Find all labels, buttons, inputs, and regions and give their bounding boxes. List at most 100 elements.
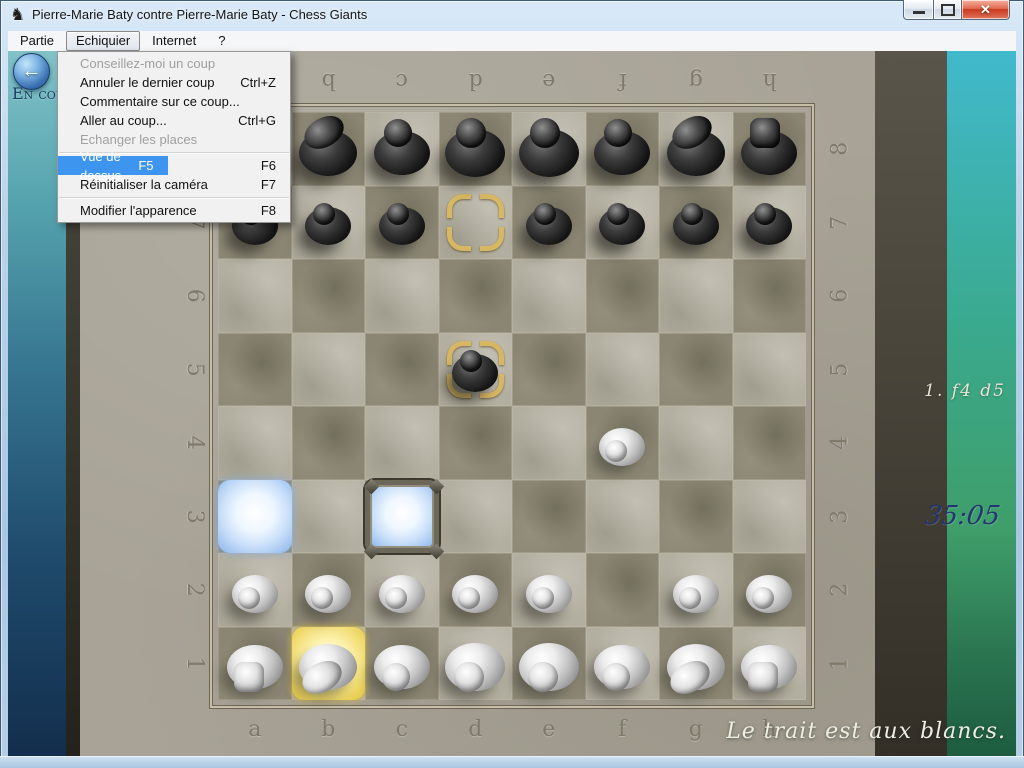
piece-black-pawn-f7[interactable]	[586, 186, 660, 260]
piece-head	[382, 663, 410, 691]
piece-white-knight-b1[interactable]	[292, 627, 366, 701]
rank-label-right-7: 7	[803, 202, 877, 242]
menubar-item-?[interactable]: ?	[208, 31, 235, 51]
menu-item-shortcut: F7	[261, 175, 276, 194]
piece-head	[385, 587, 407, 609]
square-b3[interactable]	[292, 480, 366, 554]
square-h4[interactable]	[733, 406, 807, 480]
square-e3[interactable]	[512, 480, 586, 554]
file-label-top-c: c	[365, 61, 439, 101]
menu-item-label: Aller au coup...	[80, 111, 167, 130]
square-f3[interactable]	[586, 480, 660, 554]
piece-black-pawn-g7[interactable]	[659, 186, 733, 260]
square-h6[interactable]	[733, 259, 807, 333]
piece-white-pawn-a2[interactable]	[218, 553, 292, 627]
piece-head	[752, 587, 774, 609]
square-b6[interactable]	[292, 259, 366, 333]
maximize-button[interactable]	[934, 0, 962, 20]
menu-item-aller-au-coup[interactable]: Aller au coup... Ctrl+G	[58, 111, 290, 130]
piece-white-bishop-f1[interactable]	[586, 627, 660, 701]
menu-item-shortcut: Ctrl+Z	[240, 73, 276, 92]
piece-white-bishop-c1[interactable]	[365, 627, 439, 701]
square-g4[interactable]	[659, 406, 733, 480]
piece-black-pawn-c7[interactable]	[365, 186, 439, 260]
rank-label-right-5: 5	[803, 349, 877, 389]
file-label-top-d: d	[439, 61, 513, 101]
square-g6[interactable]	[659, 259, 733, 333]
move-notation: 1. f4 d5	[924, 381, 1006, 401]
square-d6[interactable]	[439, 259, 513, 333]
square-h5[interactable]	[733, 333, 807, 407]
square-d3[interactable]	[439, 480, 513, 554]
file-label-top-h: h	[733, 61, 807, 101]
piece-black-queen-d8[interactable]	[439, 112, 513, 186]
menu-item-commentaire-sur-ce-coup[interactable]: Commentaire sur ce coup...	[58, 92, 290, 111]
piece-white-king-e1[interactable]	[512, 627, 586, 701]
rank-label-right-4: 4	[803, 423, 877, 463]
menu-item-modifier-l-apparence[interactable]: Modifier l'apparenceF8	[58, 201, 290, 220]
menubar-item-partie[interactable]: Partie	[10, 31, 64, 51]
file-label-top-f: f	[586, 61, 660, 101]
minimize-button[interactable]	[903, 0, 934, 20]
square-g3[interactable]	[659, 480, 733, 554]
piece-head	[234, 662, 264, 692]
menubar-item-echiquier[interactable]: Echiquier	[66, 31, 140, 51]
square-f5[interactable]	[586, 333, 660, 407]
piece-head	[458, 587, 480, 609]
piece-head	[605, 440, 627, 462]
square-e5[interactable]	[512, 333, 586, 407]
highlight-target-glow-framed-c3[interactable]	[365, 480, 439, 554]
piece-white-queen-d1[interactable]	[439, 627, 513, 701]
square-e4[interactable]	[512, 406, 586, 480]
piece-black-pawn-b7[interactable]	[292, 186, 366, 260]
menu-item-annuler-le-dernier-coup[interactable]: Annuler le dernier coup Ctrl+Z	[58, 73, 290, 92]
piece-white-pawn-c2[interactable]	[365, 553, 439, 627]
square-h3[interactable]	[733, 480, 807, 554]
piece-white-pawn-g2[interactable]	[659, 553, 733, 627]
square-f2[interactable]	[586, 553, 660, 627]
menu-item-conseillez-moi-un-coup[interactable]: Conseillez-moi un coup	[58, 54, 290, 73]
piece-black-knight-g8[interactable]	[659, 112, 733, 186]
square-b5[interactable]	[292, 333, 366, 407]
menu-item-shortcut: Ctrl+G	[238, 111, 276, 130]
piece-head	[532, 587, 554, 609]
square-c4[interactable]	[365, 406, 439, 480]
menu-item-label: Annuler le dernier coup	[80, 73, 214, 92]
square-e6[interactable]	[512, 259, 586, 333]
piece-white-pawn-e2[interactable]	[512, 553, 586, 627]
file-label-bottom-b: b	[292, 709, 366, 749]
menu-item-vue-de-dessus[interactable]: Vue de dessusF5	[58, 156, 168, 175]
square-c6[interactable]	[365, 259, 439, 333]
rank-label-left-6: 6	[157, 278, 231, 314]
square-g5[interactable]	[659, 333, 733, 407]
back-arrow-icon: ←	[22, 61, 42, 81]
piece-black-bishop-c8[interactable]	[365, 112, 439, 186]
piece-black-pawn-h7[interactable]	[733, 186, 807, 260]
piece-white-pawn-f4[interactable]	[586, 406, 660, 480]
square-b4[interactable]	[292, 406, 366, 480]
menu-separator	[59, 197, 289, 198]
piece-head	[456, 118, 486, 148]
close-button[interactable]: ✕	[962, 0, 1010, 20]
piece-black-pawn-d5[interactable]	[439, 333, 513, 407]
piece-white-rook-h1[interactable]	[733, 627, 807, 701]
piece-white-pawn-b2[interactable]	[292, 553, 366, 627]
piece-black-pawn-e7[interactable]	[512, 186, 586, 260]
highlight-move-corners-d7[interactable]	[439, 186, 513, 260]
square-f6[interactable]	[586, 259, 660, 333]
rank-label-right-3: 3	[803, 496, 877, 536]
square-d4[interactable]	[439, 406, 513, 480]
piece-white-pawn-d2[interactable]	[439, 553, 513, 627]
piece-black-king-e8[interactable]	[512, 112, 586, 186]
file-label-bottom-c: c	[365, 709, 439, 749]
square-c5[interactable]	[365, 333, 439, 407]
highlight-target-glow-a3[interactable]	[218, 480, 292, 554]
piece-white-pawn-h2[interactable]	[733, 553, 807, 627]
piece-black-knight-b8[interactable]	[292, 112, 366, 186]
piece-black-bishop-f8[interactable]	[586, 112, 660, 186]
piece-white-knight-g1[interactable]	[659, 627, 733, 701]
rank-label-left-4: 4	[157, 425, 231, 461]
piece-black-rook-h8[interactable]	[733, 112, 807, 186]
piece-white-rook-a1[interactable]	[218, 627, 292, 701]
menubar-item-internet[interactable]: Internet	[142, 31, 206, 51]
